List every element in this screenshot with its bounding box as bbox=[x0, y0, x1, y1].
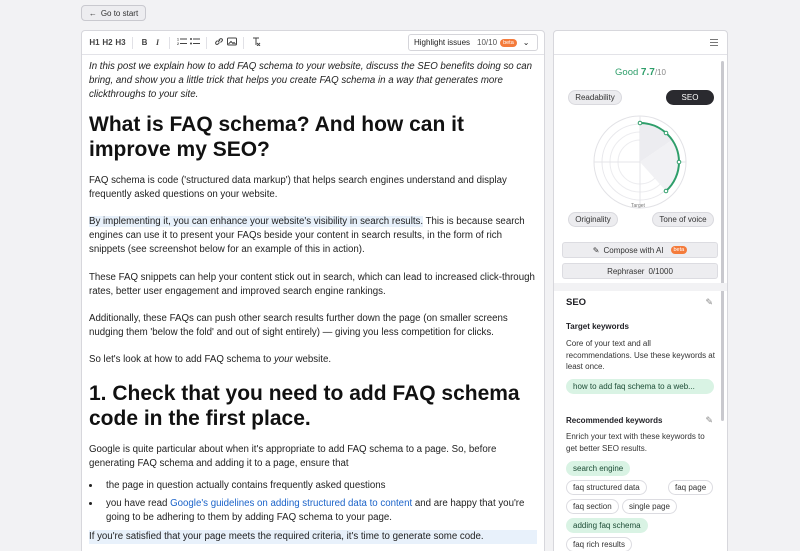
svg-text:1: 1 bbox=[177, 38, 179, 42]
editor-toolbar: H1 H2 H3 B I 12 Highlight issues 10/10 b… bbox=[82, 31, 544, 55]
panel-scrollbar[interactable] bbox=[721, 61, 724, 421]
highlight-issues-dropdown[interactable]: Highlight issues 10/10 beta ⌄ bbox=[408, 34, 538, 51]
list-item: you have read Google's guidelines on add… bbox=[101, 497, 537, 525]
paragraph-5-start: So let's look at how to add FAQ schema t… bbox=[89, 354, 274, 366]
seo-section-title: SEO bbox=[566, 297, 587, 308]
chevron-down-icon: ⌄ bbox=[522, 38, 530, 47]
heading-2-button[interactable]: H2 bbox=[101, 38, 114, 47]
paragraph-7[interactable]: If you're satisfied that your page meets… bbox=[89, 529, 537, 544]
score-label: Good bbox=[615, 67, 639, 78]
paragraph-5-end: website. bbox=[292, 354, 332, 366]
clear-format-icon[interactable] bbox=[249, 37, 262, 48]
google-guidelines-link[interactable]: Google's guidelines on adding structured… bbox=[170, 498, 412, 509]
highlighted-sentence[interactable]: By implementing it, you can enhance your… bbox=[89, 216, 424, 228]
editor: H1 H2 H3 B I 12 Highlight issues 10/10 b… bbox=[81, 30, 545, 551]
link-icon[interactable] bbox=[212, 37, 225, 48]
recommended-keywords-title: Recommended keywords bbox=[566, 416, 663, 425]
menu-icon[interactable] bbox=[710, 39, 718, 48]
highlight-issues-count: 10/10 bbox=[477, 38, 498, 47]
go-to-start-button[interactable]: ← Go to start bbox=[81, 5, 146, 21]
assistant-panel: Good 7.7/10 Readability SEO Target Origi… bbox=[553, 30, 728, 551]
heading-1-button[interactable]: H1 bbox=[88, 38, 101, 47]
keyword-chip-single-page[interactable]: single page bbox=[622, 499, 677, 514]
panel-header bbox=[554, 31, 727, 55]
article-heading-1: What is FAQ schema? And how can it impro… bbox=[89, 112, 464, 161]
beta-badge: beta bbox=[670, 246, 688, 254]
keyword-chip-search-engine[interactable]: search engine bbox=[566, 461, 631, 476]
paragraph-1: FAQ schema is code ('structured data mar… bbox=[89, 174, 507, 200]
target-keywords-title: Target keywords bbox=[566, 322, 629, 331]
rephraser-button[interactable]: Rephraser 0/1000 bbox=[562, 263, 718, 279]
numbered-list-icon[interactable]: 12 bbox=[175, 37, 188, 48]
tab-readability[interactable]: Readability bbox=[568, 90, 622, 105]
keyword-chip-faq-structured-data[interactable]: faq structured data bbox=[566, 480, 647, 495]
arrow-left-icon: ← bbox=[88, 8, 97, 18]
list-item: the page in question actually contains f… bbox=[101, 479, 537, 493]
editor-content[interactable]: In this post we explain how to add FAQ s… bbox=[82, 55, 544, 544]
criteria-list: the page in question actually contains f… bbox=[101, 479, 537, 526]
compose-with-ai-button[interactable]: ✎ Compose with AI beta bbox=[562, 242, 718, 258]
list-item-text: you have read bbox=[106, 498, 171, 510]
paragraph-5-emphasis: your bbox=[273, 354, 293, 366]
score-value: 7.7 bbox=[640, 67, 655, 78]
edit-pencil-icon[interactable]: ✎ bbox=[705, 415, 713, 426]
keyword-chip-faq-section[interactable]: faq section bbox=[566, 499, 619, 514]
italic-button[interactable]: I bbox=[151, 38, 164, 47]
paragraph-2: By implementing it, you can enhance your… bbox=[89, 215, 537, 258]
target-keywords-description: Core of your text and all recommendation… bbox=[566, 339, 715, 371]
image-icon[interactable] bbox=[225, 37, 238, 48]
paragraph-4: Additionally, these FAQs can push other … bbox=[89, 313, 508, 339]
beta-badge: beta bbox=[500, 38, 517, 47]
edit-pencil-icon[interactable]: ✎ bbox=[705, 297, 713, 308]
toolbar-divider bbox=[206, 36, 207, 49]
tab-tone-of-voice[interactable]: Tone of voice bbox=[652, 212, 714, 227]
go-to-start-label: Go to start bbox=[100, 8, 139, 18]
paragraph-5: So let's look at how to add FAQ schema t… bbox=[89, 353, 537, 367]
article-heading-2: 1. Check that you need to add FAQ schema… bbox=[89, 381, 520, 430]
score-max: /10 bbox=[654, 68, 666, 77]
highlight-issues-label: Highlight issues bbox=[414, 38, 471, 47]
keyword-chip-faq-rich-results[interactable]: faq rich results bbox=[566, 537, 633, 551]
rephraser-count: 0/1000 bbox=[648, 266, 673, 276]
panel-divider bbox=[554, 283, 727, 291]
paragraph-3: These FAQ snippets can help your content… bbox=[89, 271, 535, 297]
keyword-chip-adding-faq-schema[interactable]: adding faq schema bbox=[566, 518, 648, 533]
compose-label: Compose with AI bbox=[603, 245, 664, 255]
toolbar-divider bbox=[243, 36, 244, 49]
score-radar-chart bbox=[593, 115, 687, 209]
bullet-list-icon[interactable] bbox=[188, 37, 201, 48]
paragraph-6: Google is quite particular about when it… bbox=[89, 443, 497, 469]
bold-button[interactable]: B bbox=[138, 38, 151, 47]
keyword-chip-faq-page[interactable]: faq page bbox=[668, 480, 714, 495]
target-keyword-chip[interactable]: how to add faq schema to a web... bbox=[566, 379, 714, 394]
toolbar-divider bbox=[132, 36, 133, 49]
heading-3-button[interactable]: H3 bbox=[114, 38, 127, 47]
intro-paragraph: In this post we explain how to add FAQ s… bbox=[89, 61, 532, 101]
rephraser-label: Rephraser bbox=[607, 266, 645, 276]
overall-score: Good 7.7/10 bbox=[554, 67, 727, 78]
target-label: Target bbox=[631, 203, 645, 209]
recommended-keywords-description: Enrich your text with these keywords to … bbox=[566, 432, 705, 453]
magic-wand-icon: ✎ bbox=[592, 245, 600, 255]
tab-originality[interactable]: Originality bbox=[568, 212, 618, 227]
toolbar-divider bbox=[169, 36, 170, 49]
svg-text:2: 2 bbox=[177, 42, 179, 46]
tab-seo[interactable]: SEO bbox=[666, 90, 714, 105]
